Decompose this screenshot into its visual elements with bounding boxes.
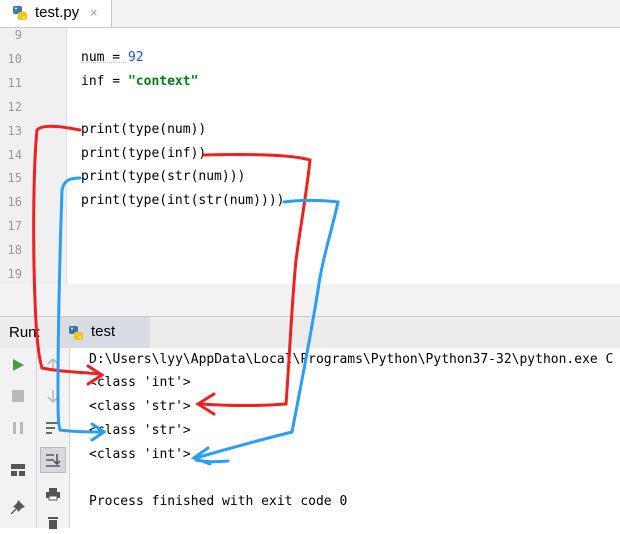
code-line: 15 print(type(str(num))) [0,166,620,189]
line-number: 11 [7,76,22,90]
code-line: 14 print(type(inf)) [0,143,620,166]
code-line: 16 print(type(int(str(num)))) [0,190,620,213]
print-icon[interactable] [41,482,65,506]
run-toolbar-secondary [37,348,70,529]
code-line: 19 [0,262,620,285]
stop-icon[interactable] [6,384,30,408]
code-line: 9 [0,23,620,46]
console-output[interactable]: D:\Users\lyy\AppData\Local\Programs\Pyth… [70,348,620,528]
code-text: num = 92 [81,50,144,65]
console-line: <class 'int'> [89,447,191,462]
code-text: print(type(inf)) [81,146,207,161]
run-toolbar-primary [0,348,37,528]
line-number: 9 [14,28,22,42]
code-line: 17 [0,214,620,237]
run-tab-label: test [91,323,116,340]
line-number: 12 [7,100,22,114]
line-number: 10 [7,52,22,66]
code-line: 13 print(type(num)) [0,119,620,142]
run-panel-header: Run: test [0,316,620,350]
line-number: 17 [7,219,22,233]
code-line: 10 num = 92 [0,47,620,70]
console-line: <class 'str'> [89,423,191,438]
play-icon[interactable] [6,353,30,377]
code-text: print(type(str(num))) [81,169,246,184]
line-number: 15 [7,171,22,185]
console-line: D:\Users\lyy\AppData\Local\Programs\Pyth… [89,352,614,367]
line-number: 19 [7,267,22,281]
console-line: <class 'int'> [89,375,191,390]
line-number: 18 [7,243,22,257]
trash-icon[interactable] [41,510,65,534]
console-line: Process finished with exit code 0 [89,494,348,509]
run-label: Run: [9,324,41,341]
line-number: 14 [7,148,22,162]
arrow-down-icon[interactable] [41,384,65,408]
code-line: 11 inf = "context" [0,71,620,94]
pause-icon[interactable] [6,416,30,440]
line-number: 16 [7,195,22,209]
close-icon[interactable]: × [90,5,98,20]
run-tab-test[interactable]: test [60,317,150,349]
code-text: print(type(num)) [81,122,207,137]
run-panel: Run: test D:\Users\lyy\AppData\Local\Pro… [0,284,620,529]
editor-tab-label: test.py [35,4,80,21]
line-number: 13 [7,124,22,138]
code-text: print(type(int(str(num)))) [81,193,285,208]
python-file-icon [13,6,27,20]
code-line: 18 [0,238,620,261]
pin-icon[interactable] [6,496,30,520]
scroll-to-end-icon[interactable] [40,447,66,473]
arrow-up-icon[interactable] [41,353,65,377]
code-text: inf = "context" [81,74,199,89]
soft-wrap-icon[interactable] [41,416,65,440]
console-line: <class 'str'> [89,399,191,414]
code-editor[interactable]: 9 10 num = 92 11 inf = "context" 12 13 p… [0,28,620,284]
code-line: 12 [0,95,620,118]
layout-icon[interactable] [6,458,30,482]
python-file-icon [69,326,83,340]
